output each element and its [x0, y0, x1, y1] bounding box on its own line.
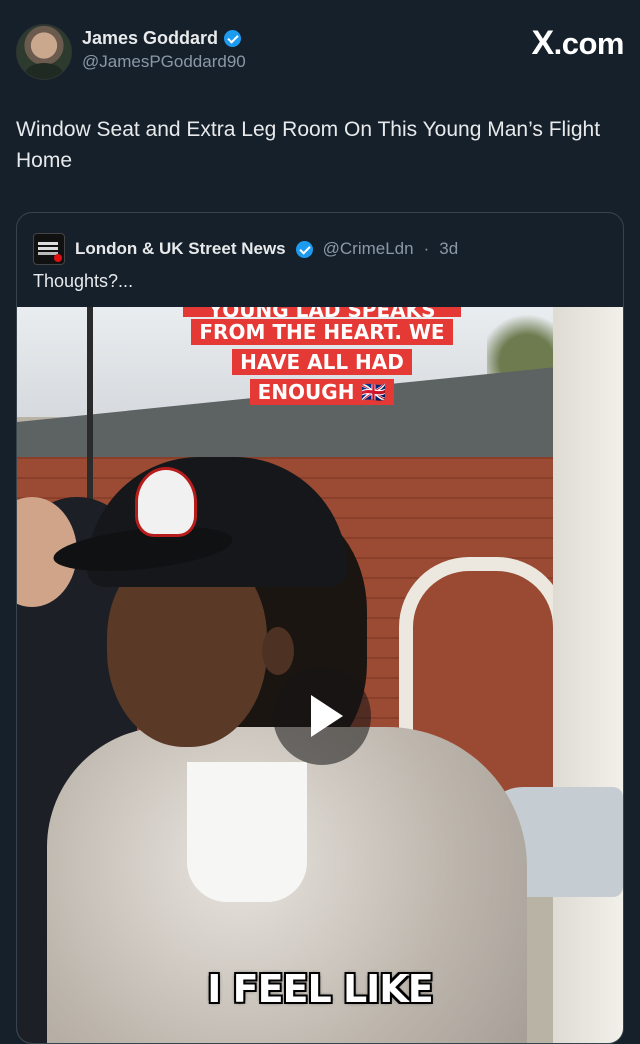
video-thumbnail[interactable]: YOUNG LAD SPEAKS FROM THE HEART. WE HAVE…: [17, 307, 623, 1043]
caption-cut-line: YOUNG LAD SPEAKS: [183, 307, 461, 317]
tweet-header: James Goddard @JamesPGoddard90 X.com: [16, 24, 625, 80]
quoted-tweet-age[interactable]: 3d: [439, 239, 458, 259]
scene-boy-shirt: [187, 762, 307, 902]
quoted-tweet-card[interactable]: London & UK Street News @CrimeLdn · 3d T…: [16, 212, 624, 1044]
author-display-name-row[interactable]: James Goddard: [82, 28, 246, 49]
video-caption-top: YOUNG LAD SPEAKS FROM THE HEART. WE HAVE…: [183, 307, 461, 407]
avatar-figure: [25, 63, 63, 79]
x-logo-letter: X: [531, 24, 554, 62]
quoted-author-avatar[interactable]: [33, 233, 65, 265]
author-handle[interactable]: @JamesPGoddard90: [82, 52, 246, 72]
quoted-author-display-name[interactable]: London & UK Street News: [75, 239, 286, 259]
verified-badge-icon: [224, 30, 242, 47]
play-icon[interactable]: [273, 667, 371, 765]
quoted-tweet-header: London & UK Street News @CrimeLdn · 3d: [33, 233, 458, 265]
scene-boy-ear: [262, 627, 294, 675]
quoted-tweet-text: Thoughts?...: [33, 271, 134, 291]
video-subtitle: I FEEL LIKE: [207, 967, 433, 1011]
scene-cap-badge: [135, 467, 197, 537]
quoted-verified-badge-icon: [295, 240, 313, 258]
caption-line-2: HAVE ALL HAD: [232, 349, 412, 375]
meta-separator: ·: [423, 239, 430, 258]
author-avatar[interactable]: [16, 24, 72, 80]
caption-line-1: FROM THE HEART. WE: [191, 319, 453, 345]
x-logo-domain: .com: [553, 26, 625, 61]
caption-line-3: ENOUGH 🇬🇧: [249, 379, 395, 405]
author-names: James Goddard @JamesPGoddard90: [82, 28, 246, 72]
tweet-text: Window Seat and Extra Leg Room On This Y…: [16, 118, 601, 172]
x-com-logo: X.com: [531, 24, 624, 63]
quoted-author-handle[interactable]: @CrimeLdn: [323, 239, 414, 259]
author-display-name[interactable]: James Goddard: [82, 28, 218, 49]
scene-pillar: [553, 307, 623, 1043]
